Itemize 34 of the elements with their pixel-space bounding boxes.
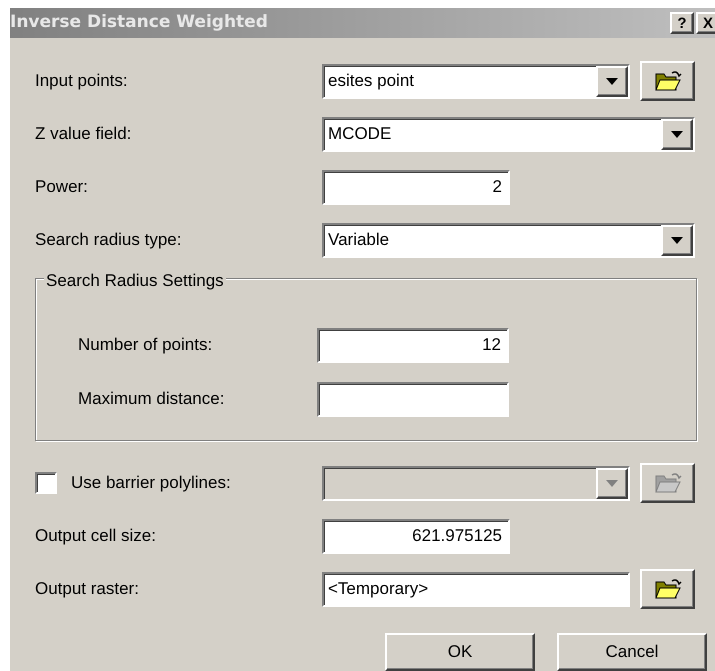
browse-button[interactable] xyxy=(640,569,695,609)
field-label: Number of points: xyxy=(78,334,214,356)
dropdown-button[interactable] xyxy=(661,118,693,150)
ok-button[interactable]: OK xyxy=(385,633,535,671)
field-label: Output cell size: xyxy=(35,525,157,548)
dropdown-field[interactable]: esites point xyxy=(322,64,630,98)
field-label: Z value field: xyxy=(35,123,132,146)
window-title: Inverse Distance Weighted xyxy=(10,11,269,34)
cancel-button[interactable]: Cancel xyxy=(557,633,707,671)
input-field[interactable]: 621.975125 xyxy=(322,518,510,554)
close-button[interactable]: X xyxy=(696,12,715,34)
checkbox-label: Use barrier polylines: xyxy=(71,472,231,494)
caret-icon xyxy=(671,130,683,138)
dropdown-button[interactable] xyxy=(661,224,693,256)
folder-icon xyxy=(654,70,682,92)
help-button[interactable]: ? xyxy=(670,12,694,34)
field-label: Search radius type: xyxy=(35,229,182,252)
dropdown-field[interactable]: MCODE xyxy=(322,116,695,152)
field-label: Power: xyxy=(35,176,89,198)
input-field[interactable]: <Temporary> xyxy=(322,572,630,606)
input-field[interactable]: 12 xyxy=(317,328,509,362)
dropdown-field[interactable]: Variable xyxy=(322,222,695,258)
field-label: Output raster: xyxy=(35,578,140,600)
caret-icon xyxy=(606,78,618,84)
field-label: Input points: xyxy=(35,70,129,92)
folder-icon xyxy=(654,472,682,494)
caret-icon xyxy=(671,236,683,244)
field-label: Maximum distance: xyxy=(78,388,226,410)
browse-button[interactable] xyxy=(640,61,695,101)
folder-icon xyxy=(654,578,682,600)
caret-icon xyxy=(606,480,618,486)
input-field[interactable] xyxy=(317,382,509,416)
dropdown-button[interactable] xyxy=(596,66,628,96)
input-field[interactable]: 2 xyxy=(322,170,510,204)
